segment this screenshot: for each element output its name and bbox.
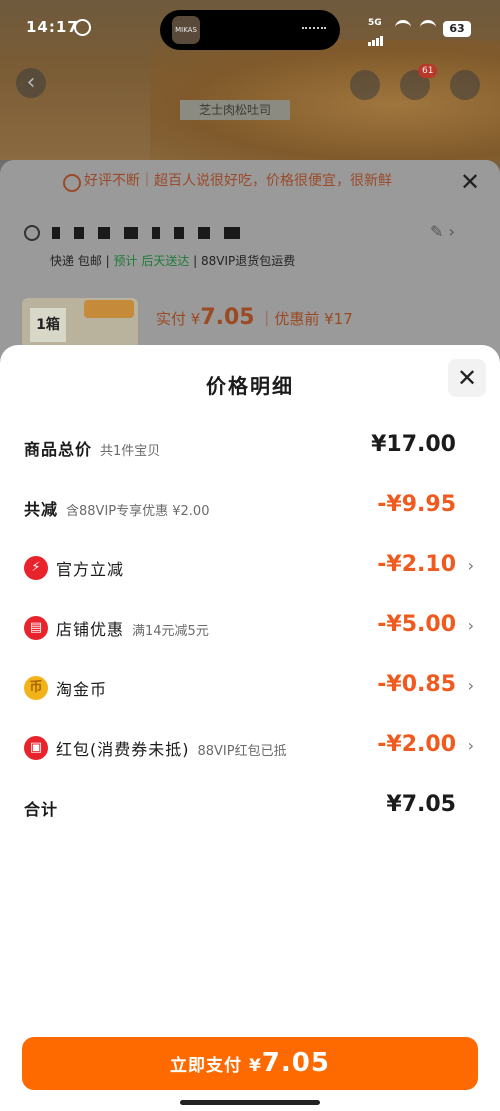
pay-now-button[interactable]: 立即支付 ¥7.05	[22, 1037, 478, 1090]
audio-wave-icon	[302, 27, 326, 35]
pay-amount: 7.05	[200, 305, 255, 330]
pay-pre-discount: ｜优惠前 ¥17	[259, 310, 353, 328]
smile-icon	[63, 174, 81, 192]
row-label: 合计	[24, 800, 59, 819]
row-shop-discount[interactable]: ▤ 店铺优惠 满14元减5元 -¥5.00 ›	[0, 608, 500, 648]
promo-banner: 好评不断｜超百人说很好吃，价格很便宜，很新鲜	[84, 173, 392, 189]
status-bar: 14:17 MIKAS 5G 63	[0, 0, 500, 52]
row-label: 红包(消费券未抵)	[56, 740, 190, 759]
home-indicator[interactable]	[180, 1100, 320, 1105]
row-coin-discount[interactable]: 币 淘金币 -¥0.85 ›	[0, 668, 500, 708]
chevron-right-icon: ›	[467, 616, 474, 635]
row-total: 合计 ¥7.05	[0, 788, 500, 828]
product-label: 芝士肉松吐司	[180, 100, 290, 120]
coin-icon: 币	[24, 676, 48, 700]
row-note: 含88VIP专享优惠 ¥2.00	[66, 504, 210, 519]
row-note: 共1件宝贝	[100, 444, 161, 459]
battery-icon: 63	[443, 21, 471, 37]
dynamic-island: MIKAS	[160, 10, 340, 50]
pay-summary: 实付 ¥7.05 ｜优惠前 ¥17	[156, 305, 353, 330]
modal-title: 价格明细	[206, 374, 294, 398]
shipping-extra: 88VIP退货包运费	[201, 254, 296, 268]
chevron-right-icon: ›	[467, 676, 474, 695]
row-label: 共减	[24, 500, 59, 519]
shop-icon: ▤	[24, 616, 48, 640]
back-button[interactable]: ‹	[16, 68, 46, 98]
signal-icon	[368, 28, 388, 46]
shipping-eta: 预计 后天送达	[113, 254, 190, 268]
pay-label: 实付 ¥	[156, 310, 201, 328]
row-label: 商品总价	[24, 440, 93, 459]
row-amount: -¥0.85	[377, 672, 456, 697]
row-amount: -¥2.10	[377, 552, 456, 577]
shipping-text: 快递 包邮	[50, 254, 102, 268]
pay-button-label: 立即支付 ¥	[170, 1056, 262, 1076]
row-red-packet[interactable]: ▣ 红包(消费券未抵) 88VIP红包已抵 -¥2.00 ›	[0, 728, 500, 768]
edit-icon[interactable]: ✎ ›	[430, 222, 455, 241]
chevron-right-icon: ›	[467, 736, 474, 755]
row-amount: -¥2.00	[377, 732, 456, 757]
cart-badge: 61	[418, 64, 438, 78]
sheet-close-icon[interactable]: ✕	[460, 168, 480, 196]
row-note: 88VIP红包已抵	[197, 744, 287, 759]
row-subtotal: 商品总价 共1件宝贝 ¥17.00	[0, 428, 500, 468]
row-label: 淘金币	[56, 680, 108, 699]
status-time: 14:17	[26, 18, 79, 36]
row-note: 满14元减5元	[132, 624, 209, 639]
row-amount: -¥5.00	[377, 612, 456, 637]
row-label: 官方立减	[56, 560, 125, 579]
row-official-discount[interactable]: ⚡ 官方立减 -¥2.10 ›	[0, 548, 500, 588]
row-amount: ¥7.05	[386, 792, 456, 817]
network-label: 5G	[368, 18, 382, 28]
row-total-discount: 共减 含88VIP专享优惠 ¥2.00 -¥9.95	[0, 488, 500, 528]
pay-button-amount: 7.05	[261, 1048, 330, 1078]
chevron-right-icon: ›	[467, 556, 474, 575]
island-app-icon: MIKAS	[172, 16, 200, 44]
lightning-icon: ⚡	[24, 556, 48, 580]
wifi-icon	[395, 20, 411, 35]
more-button[interactable]	[450, 70, 480, 100]
thumb-tag: 1箱	[30, 308, 66, 342]
netease-icon	[74, 19, 91, 36]
address-row[interactable]	[24, 222, 324, 241]
red-packet-icon: ▣	[24, 736, 48, 760]
thumb-badge	[84, 300, 134, 318]
share-button[interactable]	[350, 70, 380, 100]
wifi-icon-2	[420, 20, 436, 35]
close-icon: ✕	[456, 364, 478, 392]
shipping-info: 快递 包邮 | 预计 后天送达 | 88VIP退货包运费	[50, 254, 296, 268]
location-icon	[24, 224, 40, 241]
close-button[interactable]: ✕	[448, 359, 486, 397]
row-amount: -¥9.95	[377, 492, 456, 517]
row-label: 店铺优惠	[56, 620, 125, 639]
row-amount: ¥17.00	[371, 432, 456, 457]
